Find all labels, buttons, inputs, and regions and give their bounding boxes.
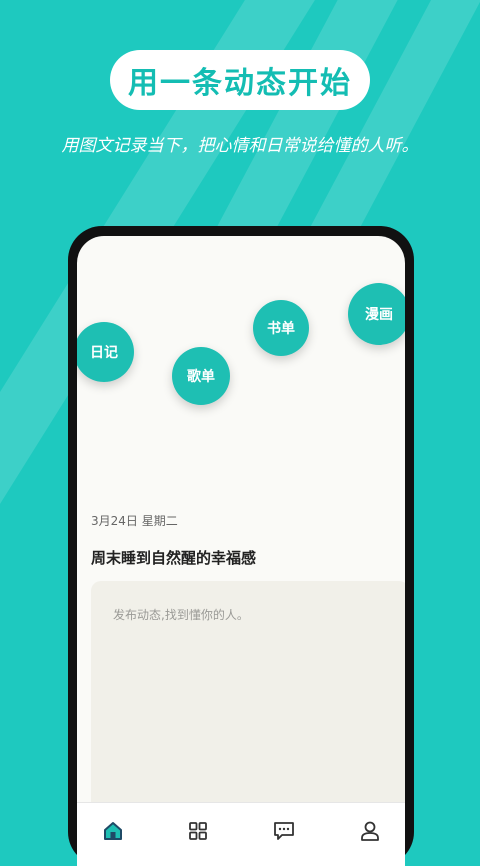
tab-discover[interactable] [184, 817, 212, 845]
headline-title: 用一条动态开始 [128, 66, 352, 101]
post-title: 周末睡到自然醒的幸福感 [91, 549, 257, 567]
bottom-tab-bar [77, 802, 405, 866]
profile-icon [361, 821, 379, 841]
headline-badge: 用一条动态开始 [110, 50, 370, 110]
tab-profile[interactable] [356, 817, 384, 845]
composer-input[interactable]: 发布动态,找到懂你的人。 [91, 581, 405, 821]
category-bubble-comics[interactable]: 漫画 [348, 283, 405, 345]
phone-screen: 日记 歌单 书单 漫画 3月24日 星期二 周末睡到自然醒的幸福感 发布动态,找… [77, 236, 405, 866]
home-icon [104, 822, 122, 840]
headline-subtitle: 用图文记录当下，把心情和日常说给懂的人听。 [61, 136, 419, 156]
tab-messages[interactable] [270, 817, 298, 845]
grid-icon [189, 822, 207, 840]
category-label: 歌单 [187, 369, 215, 385]
post-date: 3月24日 星期二 [91, 514, 178, 528]
category-bubble-playlist[interactable]: 歌单 [172, 347, 230, 405]
tab-home[interactable] [99, 817, 127, 845]
category-bubble-diary[interactable]: 日记 [77, 322, 134, 382]
category-label: 书单 [267, 321, 295, 337]
message-icon [274, 822, 294, 840]
phone-frame: 日记 歌单 书单 漫画 3月24日 星期二 周末睡到自然醒的幸福感 发布动态,找… [68, 226, 414, 866]
composer-placeholder: 发布动态,找到懂你的人。 [113, 608, 249, 622]
category-bubble-booklist[interactable]: 书单 [253, 300, 309, 356]
category-label: 日记 [90, 345, 118, 361]
category-label: 漫画 [365, 307, 393, 323]
